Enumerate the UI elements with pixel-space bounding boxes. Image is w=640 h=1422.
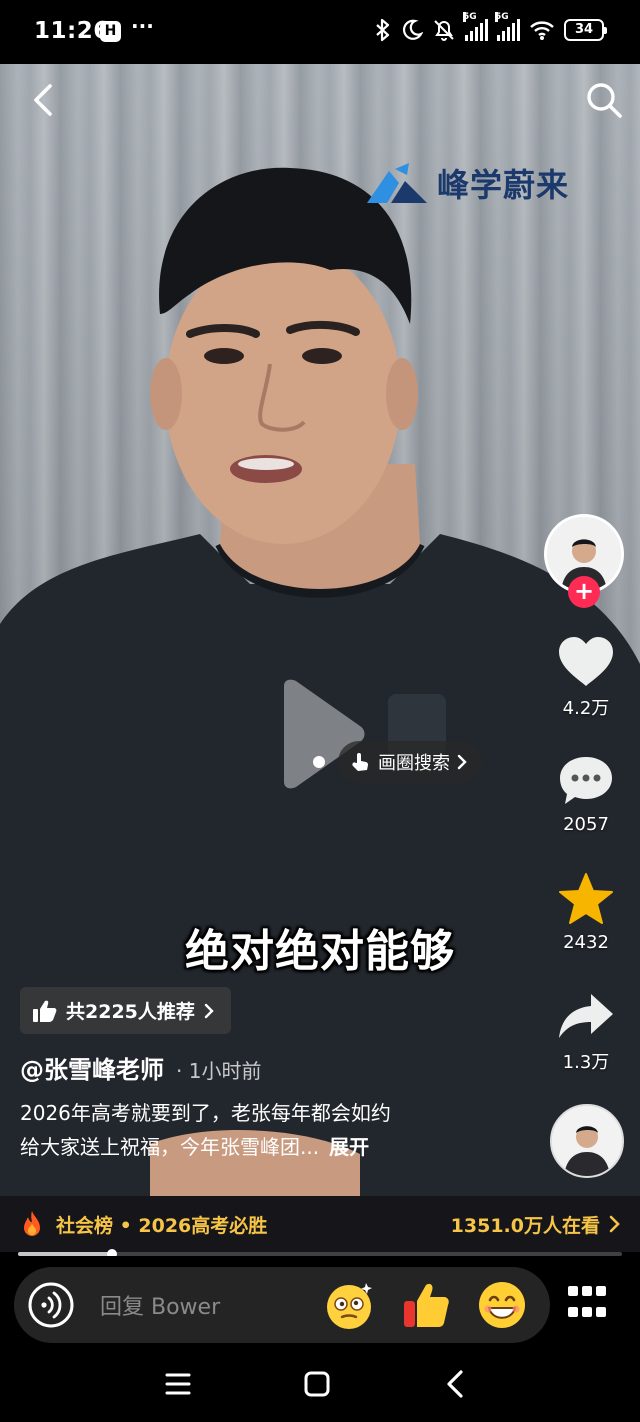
chevron-right-icon	[204, 1003, 214, 1018]
cellular-signal-1: 5G	[463, 12, 488, 41]
clock: 11:26	[34, 18, 110, 44]
video-description: 2026年高考就要到了，老张每年都会如约 给大家送上祝福，今年张雪峰团... 展开	[20, 1096, 520, 1164]
thumbs-up-emoji-icon[interactable]	[400, 1279, 452, 1331]
home-nav-icon[interactable]	[299, 1366, 335, 1402]
system-nav-bar	[0, 1346, 640, 1422]
author-name[interactable]: @张雪峰老师	[20, 1050, 164, 1085]
hand-touch-icon	[352, 753, 369, 771]
battery-indicator: 34	[564, 19, 607, 41]
star-icon	[559, 873, 613, 924]
bluetooth-icon	[376, 18, 390, 42]
music-disc[interactable]	[550, 1104, 624, 1178]
comment-bar: 回复 Bower	[0, 1256, 640, 1346]
heart-icon	[559, 637, 613, 686]
hot-list-label: 社会榜 • 2026高考必胜	[56, 1214, 268, 1237]
share-button[interactable]: 1.3万	[548, 990, 624, 1074]
flame-icon	[24, 1211, 40, 1236]
status-bar: 11:26 H ··· 5G 5G 34	[0, 0, 640, 64]
expand-link[interactable]: 展开	[329, 1135, 369, 1159]
share-arrow-icon	[559, 994, 613, 1038]
brand-name: 峰学蔚来	[437, 166, 570, 204]
reply-placeholder: 回复 Bower	[100, 1295, 221, 1320]
like-button[interactable]: 4.2万	[548, 636, 624, 720]
hot-list-bar[interactable]: 社会榜 • 2026高考必胜 1351.0万人在看	[0, 1196, 640, 1252]
search-button[interactable]	[584, 80, 624, 120]
circle-search-dot	[313, 756, 325, 768]
comment-input[interactable]: 回复 Bower	[14, 1267, 550, 1343]
follow-button[interactable]: +	[568, 576, 600, 608]
back-nav-icon[interactable]	[438, 1366, 474, 1402]
viewer-count: 1351.0万人在看	[450, 1214, 600, 1237]
dizzy-face-emoji-icon[interactable]	[324, 1279, 376, 1331]
chevron-right-icon	[609, 1215, 620, 1233]
like-count: 4.2万	[562, 698, 610, 719]
post-time: · 1小时前	[176, 1059, 262, 1083]
moon-icon	[403, 19, 423, 40]
more-notifications-icon: ···	[131, 14, 154, 38]
favorite-count: 2432	[563, 932, 609, 953]
more-apps-grid-icon[interactable]	[568, 1286, 606, 1324]
grinning-face-emoji-icon[interactable]	[476, 1279, 528, 1331]
comment-count: 2057	[563, 814, 609, 835]
brand-logo: 峰学蔚来	[365, 160, 569, 206]
favorite-button[interactable]: 2432	[548, 872, 624, 953]
bell-mute-icon	[434, 20, 454, 41]
thumbs-up-icon	[33, 1000, 57, 1022]
circle-search-button[interactable]: 画圈搜索	[338, 741, 482, 783]
brand-mark-icon	[367, 163, 427, 203]
back-button[interactable]	[26, 80, 66, 120]
video-subtitle: 绝对绝对能够	[185, 926, 455, 977]
recommend-chip[interactable]: 共2225人推荐	[20, 987, 231, 1034]
menu-nav-icon[interactable]	[160, 1366, 196, 1402]
description-line-2: 给大家送上祝福，今年张雪峰团...	[20, 1135, 320, 1159]
circle-search-label: 画圈搜索	[378, 753, 450, 774]
chevron-right-icon	[457, 754, 467, 770]
comment-button[interactable]: 2057	[548, 754, 624, 835]
music-disc-portrait	[552, 1106, 622, 1176]
recommend-label: 共2225人推荐	[66, 1001, 195, 1023]
wifi-icon	[530, 21, 554, 40]
voice-input-icon[interactable]	[28, 1282, 74, 1328]
description-line-1: 2026年高考就要到了，老张每年都会如约	[20, 1101, 391, 1125]
comment-bubble-icon	[560, 757, 612, 804]
cellular-signal-2: 5G	[495, 12, 520, 41]
app-notification-icon: H	[100, 21, 121, 42]
share-count: 1.3万	[562, 1052, 610, 1073]
